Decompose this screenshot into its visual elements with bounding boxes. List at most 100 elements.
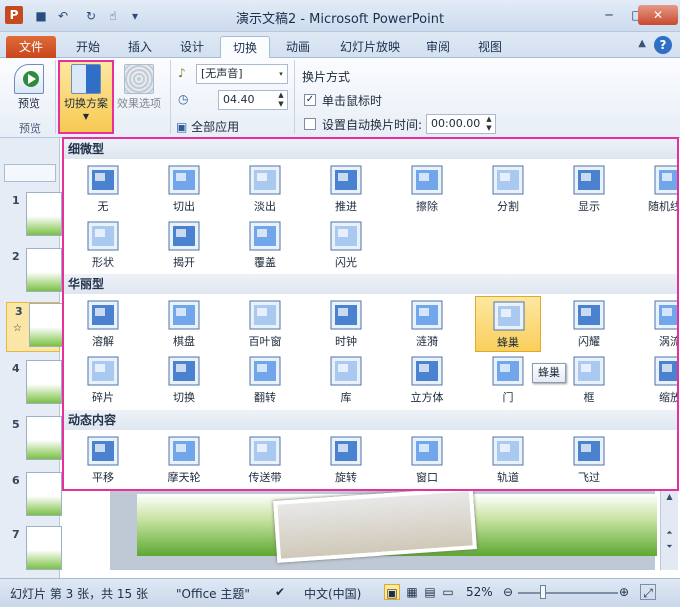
slide-thumbnail-selected[interactable]: 3 ☆ bbox=[6, 302, 65, 352]
glitter-icon bbox=[573, 300, 605, 330]
language: 中文(中国) bbox=[304, 587, 362, 601]
zoom-out-icon[interactable]: ⊖ bbox=[500, 584, 516, 600]
minimize-icon[interactable]: ─ bbox=[596, 5, 622, 25]
ribbon-separator bbox=[55, 60, 56, 134]
transition-cube[interactable]: 立方体 bbox=[394, 352, 460, 408]
tab-transitions[interactable]: 切换 bbox=[220, 36, 270, 58]
transition-blinds[interactable]: 百叶窗 bbox=[232, 296, 298, 352]
tab-insert[interactable]: 插入 bbox=[116, 36, 164, 58]
slide-number: 2 bbox=[12, 250, 20, 263]
slide-thumbnail[interactable]: 4 bbox=[4, 360, 62, 410]
slide-thumbnail-image bbox=[26, 526, 62, 570]
transition-window[interactable]: 窗口 bbox=[394, 432, 460, 488]
ribbon-separator bbox=[294, 60, 295, 134]
close-icon[interactable]: ✕ bbox=[638, 5, 678, 25]
slide-scrollbar[interactable]: ▲ ⏶ ⏷ bbox=[660, 490, 678, 570]
transition-honeycomb[interactable]: 蜂巢 bbox=[475, 296, 541, 352]
auto-advance-checkbox[interactable] bbox=[304, 118, 316, 130]
sound-dropdown[interactable]: [无声音] ▾ bbox=[196, 64, 288, 84]
tab-design[interactable]: 设计 bbox=[168, 36, 216, 58]
transition-checkerboard[interactable]: 棋盘 bbox=[151, 296, 217, 352]
preview-button[interactable]: 预览 bbox=[4, 62, 54, 120]
tab-file[interactable]: 文件 bbox=[6, 36, 56, 58]
flash-icon bbox=[330, 221, 362, 251]
auto-advance-time-field[interactable]: 00:00.00 ▲ ▼ bbox=[426, 114, 496, 134]
slide-thumbnail[interactable]: 7 bbox=[4, 526, 62, 576]
transition-shred[interactable]: 碎片 bbox=[70, 352, 136, 408]
transition-switch[interactable]: 切换 bbox=[151, 352, 217, 408]
transition-cover[interactable]: 覆盖 bbox=[232, 217, 298, 273]
transition-dissolve[interactable]: 溶解 bbox=[70, 296, 136, 352]
title-bar: P ■ ↶ ↻ ☝ ▾ 演示文稿2 - Microsoft PowerPoint… bbox=[0, 0, 680, 32]
slideshow-view-icon[interactable]: ▭ bbox=[440, 584, 456, 600]
slide-thumbnail[interactable]: 2 bbox=[4, 248, 62, 298]
on-click-checkbox[interactable]: ✓ bbox=[304, 94, 316, 106]
normal-view-icon[interactable]: ▣ bbox=[384, 584, 400, 600]
tab-view[interactable]: 视图 bbox=[466, 36, 514, 58]
transition-orbit[interactable]: 轨道 bbox=[475, 432, 541, 488]
tab-review[interactable]: 审阅 bbox=[414, 36, 462, 58]
transition-gallery[interactable]: 库 bbox=[313, 352, 379, 408]
slide-thumbnail[interactable]: 5 bbox=[4, 416, 62, 466]
tab-home[interactable]: 开始 bbox=[64, 36, 112, 58]
duration-stepper[interactable]: ▲ ▼ bbox=[275, 91, 287, 109]
reading-view-icon[interactable]: ▤ bbox=[422, 584, 438, 600]
zoom-slider[interactable] bbox=[518, 592, 618, 594]
transition-rotate[interactable]: 旋转 bbox=[313, 432, 379, 488]
slide-thumbnail[interactable]: 1 bbox=[4, 192, 62, 242]
scroll-up-icon[interactable]: ▲ bbox=[661, 490, 678, 504]
transition-push[interactable]: 推进 bbox=[313, 161, 379, 217]
apply-all-label: 全部应用 bbox=[191, 120, 240, 134]
transition-wipe[interactable]: 擦除 bbox=[394, 161, 460, 217]
switch-mode-label: 换片方式 bbox=[302, 70, 351, 84]
transition-label: 随机线条 bbox=[648, 200, 677, 213]
transition-clock[interactable]: 时钟 bbox=[313, 296, 379, 352]
transition-pan[interactable]: 平移 bbox=[70, 432, 136, 488]
collapse-ribbon-icon[interactable]: ▲ bbox=[638, 38, 646, 49]
zoom-slider-thumb[interactable] bbox=[540, 585, 546, 599]
zoom-level[interactable]: 52% bbox=[466, 585, 493, 599]
transition-label: 传送带 bbox=[248, 471, 282, 484]
clock-icon bbox=[330, 300, 362, 330]
transition-label: 覆盖 bbox=[254, 256, 276, 269]
duration-field[interactable]: 04.40 ▲ ▼ bbox=[218, 90, 288, 110]
reveal-icon bbox=[573, 165, 605, 195]
split-icon bbox=[492, 165, 524, 195]
effect-options-icon bbox=[124, 64, 154, 94]
transition-glitter[interactable]: 闪耀 bbox=[556, 296, 622, 352]
slide-thumbnail[interactable]: 6 bbox=[4, 472, 62, 522]
fit-to-window-icon[interactable]: ⤢ bbox=[640, 584, 656, 600]
transition-ferris-wheel[interactable]: 摩天轮 bbox=[151, 432, 217, 488]
tab-animations[interactable]: 动画 bbox=[274, 36, 322, 58]
slide-sorter-icon[interactable]: ▦ bbox=[404, 584, 420, 600]
transition-flip[interactable]: 翻转 bbox=[232, 352, 298, 408]
apply-all-button[interactable]: ▣ 全部应用 bbox=[176, 118, 239, 134]
previous-slide-icon[interactable]: ⏶ bbox=[661, 526, 678, 540]
transition-flash[interactable]: 闪光 bbox=[313, 217, 379, 273]
transition-fade[interactable]: 淡出 bbox=[232, 161, 298, 217]
transition-fly-through[interactable]: 飞过 bbox=[556, 432, 622, 488]
slide-info: 幻灯片 第 3 张，共 15 张 bbox=[10, 587, 148, 601]
transition-cut[interactable]: 切出 bbox=[151, 161, 217, 217]
transition-ripple[interactable]: 涟漪 bbox=[394, 296, 460, 352]
pan-icon bbox=[87, 436, 119, 466]
transition-random-bars[interactable]: 随机线条 bbox=[637, 161, 677, 217]
transition-uncover[interactable]: 揭开 bbox=[151, 217, 217, 273]
transition-conveyor[interactable]: 传送带 bbox=[232, 432, 298, 488]
transition-none[interactable]: 无 bbox=[70, 161, 136, 217]
transition-split[interactable]: 分割 bbox=[475, 161, 541, 217]
auto-advance-stepper[interactable]: ▲ ▼ bbox=[483, 115, 495, 133]
transition-zoom[interactable]: 缩放 bbox=[637, 352, 677, 408]
effect-options-button[interactable]: 效果选项 bbox=[114, 62, 164, 120]
transition-shape[interactable]: 形状 bbox=[70, 217, 136, 273]
zoom-in-icon[interactable]: ⊕ bbox=[616, 584, 632, 600]
spellcheck-icon[interactable]: ✔ bbox=[272, 584, 288, 600]
tab-slideshow[interactable]: 幻灯片放映 bbox=[328, 36, 412, 58]
transition-vortex[interactable]: 涡流 bbox=[637, 296, 677, 352]
transition-reveal[interactable]: 显示 bbox=[556, 161, 622, 217]
next-slide-icon[interactable]: ⏷ bbox=[661, 540, 678, 554]
section-dynamic: 动态内容 bbox=[64, 410, 677, 430]
help-icon[interactable]: ? bbox=[654, 36, 672, 54]
transition-label: 摩天轮 bbox=[167, 471, 201, 484]
slide-number: 5 bbox=[12, 418, 20, 431]
